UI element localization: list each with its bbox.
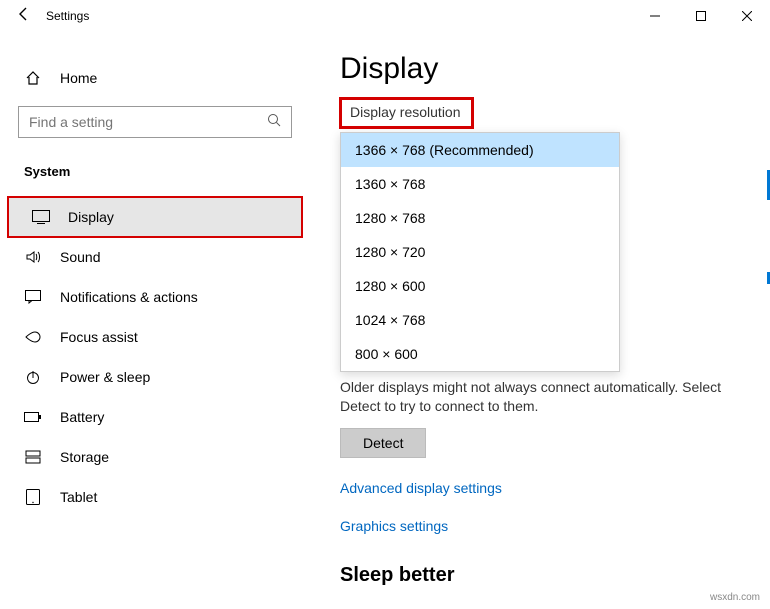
sidebar: Home System Display Sound Notifications … bbox=[0, 32, 310, 609]
focus-assist-icon bbox=[24, 329, 42, 345]
battery-icon bbox=[24, 411, 42, 423]
maximize-button[interactable] bbox=[678, 0, 724, 32]
search-input[interactable] bbox=[29, 114, 267, 130]
home-label: Home bbox=[60, 70, 97, 86]
resolution-option[interactable]: 1280 × 720 bbox=[341, 235, 619, 269]
main-panel: Display Display resolution 1366 × 768 (R… bbox=[310, 32, 770, 609]
close-button[interactable] bbox=[724, 0, 770, 32]
resolution-label: Display resolution bbox=[346, 102, 465, 122]
resolution-option[interactable]: 1280 × 600 bbox=[341, 269, 619, 303]
notifications-icon bbox=[24, 290, 42, 304]
sidebar-item-label: Battery bbox=[60, 409, 104, 425]
page-title: Display bbox=[340, 52, 750, 86]
sidebar-item-focus-assist[interactable]: Focus assist bbox=[0, 317, 310, 357]
resolution-option[interactable]: 1366 × 768 (Recommended) bbox=[341, 133, 619, 167]
sidebar-item-display[interactable]: Display bbox=[8, 197, 302, 237]
sidebar-item-label: Storage bbox=[60, 449, 109, 465]
window-title: Settings bbox=[46, 9, 89, 23]
sound-icon bbox=[24, 249, 42, 265]
sidebar-item-battery[interactable]: Battery bbox=[0, 397, 310, 437]
sidebar-item-label: Display bbox=[68, 209, 114, 225]
back-button[interactable] bbox=[16, 6, 32, 27]
sidebar-item-storage[interactable]: Storage bbox=[0, 437, 310, 477]
home-link[interactable]: Home bbox=[0, 62, 310, 100]
search-box[interactable] bbox=[18, 106, 292, 138]
group-system: System bbox=[0, 156, 310, 197]
resolution-option[interactable]: 1280 × 768 bbox=[341, 201, 619, 235]
detect-description: Older displays might not always connect … bbox=[340, 378, 750, 416]
advanced-display-link[interactable]: Advanced display settings bbox=[340, 480, 750, 496]
sidebar-item-label: Sound bbox=[60, 249, 100, 265]
power-icon bbox=[24, 369, 42, 385]
resolution-dropdown[interactable]: 1366 × 768 (Recommended) 1360 × 768 1280… bbox=[340, 132, 620, 372]
sidebar-item-notifications[interactable]: Notifications & actions bbox=[0, 277, 310, 317]
graphics-settings-link[interactable]: Graphics settings bbox=[340, 518, 750, 534]
resolution-option[interactable]: 1024 × 768 bbox=[341, 303, 619, 337]
watermark: wsxdn.com bbox=[710, 592, 760, 603]
minimize-button[interactable] bbox=[632, 0, 678, 32]
home-icon bbox=[24, 70, 42, 86]
detect-button[interactable]: Detect bbox=[340, 428, 426, 458]
sidebar-item-power-sleep[interactable]: Power & sleep bbox=[0, 357, 310, 397]
sidebar-item-label: Power & sleep bbox=[60, 369, 150, 385]
sidebar-item-tablet[interactable]: Tablet bbox=[0, 477, 310, 517]
sidebar-item-label: Focus assist bbox=[60, 329, 138, 345]
sleep-better-heading: Sleep better bbox=[340, 564, 750, 587]
display-icon bbox=[32, 210, 50, 224]
sidebar-item-sound[interactable]: Sound bbox=[0, 237, 310, 277]
storage-icon bbox=[24, 449, 42, 465]
sidebar-item-label: Notifications & actions bbox=[60, 289, 198, 305]
resolution-option[interactable]: 1360 × 768 bbox=[341, 167, 619, 201]
search-icon bbox=[267, 113, 281, 132]
resolution-option[interactable]: 800 × 600 bbox=[341, 337, 619, 371]
sidebar-item-label: Tablet bbox=[60, 489, 97, 505]
tablet-icon bbox=[24, 489, 42, 505]
